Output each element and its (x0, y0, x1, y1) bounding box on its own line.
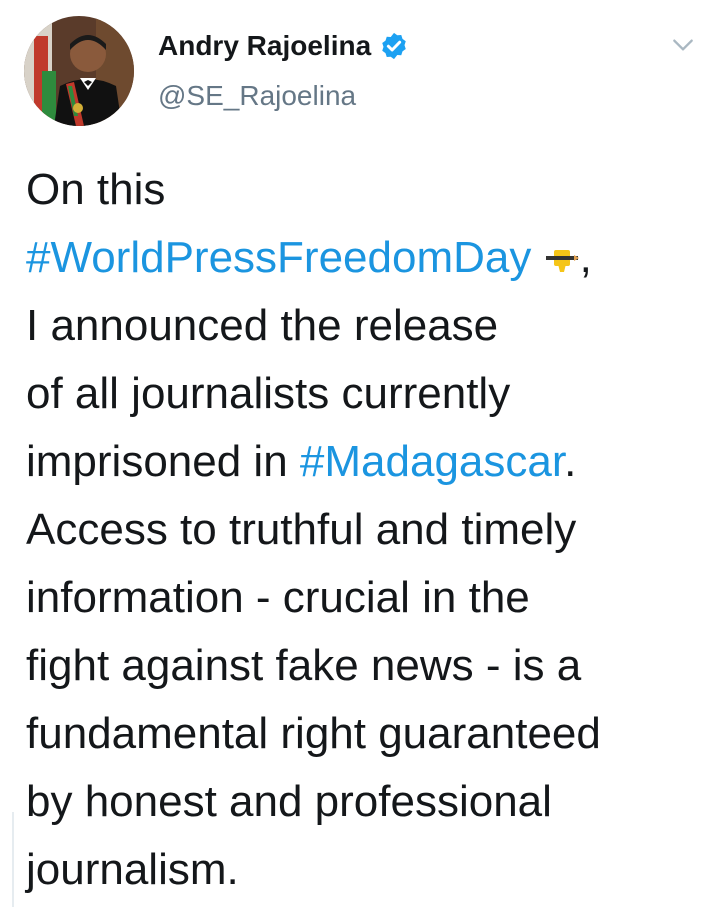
hashtag-link[interactable]: #WorldPressFreedomDay (26, 233, 531, 282)
avatar[interactable] (24, 16, 134, 126)
newspaper-pencil-emoji (545, 250, 579, 273)
tweet-line: #WorldPressFreedomDay , (26, 224, 601, 292)
user-name: Andry Rajoelina (158, 30, 372, 61)
tweet-punct: . (564, 437, 577, 486)
tweet-line: On this (26, 165, 166, 214)
avatar-photo (24, 16, 134, 126)
user-name-row[interactable]: Andry Rajoelina (158, 30, 409, 62)
tweet-text: On this #WorldPressFreedomDay , I announ… (26, 156, 601, 904)
tweet-line: fundamental right guaranteed (26, 709, 601, 758)
left-edge-divider (0, 812, 14, 907)
tweet-line: information - crucial in the (26, 573, 530, 622)
tweet-line: by honest and professional (26, 777, 552, 826)
tweet-line: journalism. (26, 845, 239, 894)
verified-badge-icon (382, 32, 406, 60)
tweet-line: imprisoned in #Madagascar. (26, 428, 601, 496)
tweet-line: fight against fake news - is a (26, 641, 582, 690)
user-handle[interactable]: @SE_Rajoelina (158, 80, 356, 112)
hashtag-link[interactable]: #Madagascar (300, 437, 564, 486)
tweet-line: of all journalists currently (26, 369, 511, 418)
tweet-line: Access to truthful and timely (26, 505, 577, 554)
tweet-text-fragment: imprisoned in (26, 437, 300, 486)
tweet-punct: , (579, 233, 592, 282)
tweet-line: I announced the release (26, 301, 499, 350)
chevron-down-icon[interactable] (670, 32, 696, 58)
